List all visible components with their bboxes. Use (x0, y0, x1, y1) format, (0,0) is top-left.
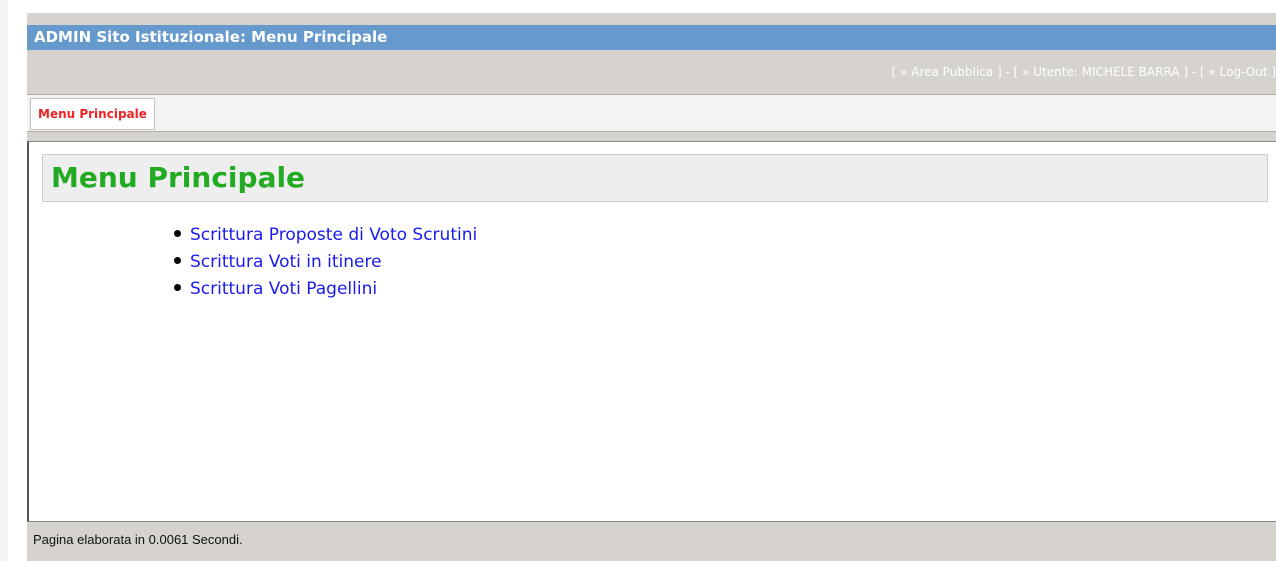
menu-link-proposte-voto[interactable]: Scrittura Proposte di Voto Scrutini (190, 225, 477, 245)
user-link[interactable]: » Utente: MICHELE BARRA (1022, 65, 1179, 79)
separator-dash: - (1001, 65, 1014, 79)
main-content: Menu Principale Scrittura Proposte di Vo… (27, 141, 1276, 521)
public-area-link[interactable]: » Area Pubblica (900, 65, 993, 79)
tab-menu-principale[interactable]: Menu Principale (30, 98, 155, 130)
page-title: ADMIN Sito Istituzionale: Menu Principal… (34, 28, 388, 46)
bracket-close: ] (1267, 65, 1276, 79)
page-heading: Menu Principale (51, 161, 306, 194)
user-bar: [ » Area Pubblica ] - [ » Utente: MICHEL… (27, 50, 1276, 94)
list-item: Scrittura Proposte di Voto Scrutini (174, 222, 477, 249)
user-links: [ » Area Pubblica ] - [ » Utente: MICHEL… (892, 65, 1276, 79)
admin-frame: ADMIN Sito Istituzionale: Menu Principal… (27, 13, 1276, 561)
bracket-open: [ (891, 65, 901, 79)
list-item: Scrittura Voti Pagellini (174, 276, 477, 303)
bullet-icon (174, 229, 181, 237)
page-title-bar: ADMIN Sito Istituzionale: Menu Principal… (27, 25, 1276, 50)
bullet-icon (174, 283, 181, 291)
separator-dash: - (1188, 65, 1200, 79)
bracket-close: ] (1179, 65, 1189, 79)
heading-box: Menu Principale (42, 154, 1268, 202)
left-edge-strip (0, 0, 8, 561)
bracket-close: ] (993, 65, 1002, 79)
spacer (27, 132, 1276, 141)
menu-link-voti-itinere[interactable]: Scrittura Voti in itinere (190, 252, 382, 272)
menu-bar: Menu Principale (27, 94, 1276, 132)
logout-link[interactable]: » Log-Out (1208, 65, 1267, 79)
status-bar: Pagina elaborata in 0.0061 Secondi. (27, 521, 1276, 561)
menu-link-voti-pagellini[interactable]: Scrittura Voti Pagellini (190, 279, 377, 299)
bracket-open: [ (1013, 65, 1023, 79)
status-text: Pagina elaborata in 0.0061 Secondi. (33, 532, 243, 547)
bullet-icon (174, 256, 181, 264)
main-menu-list: Scrittura Proposte di Voto Scrutini Scri… (174, 222, 477, 303)
list-item: Scrittura Voti in itinere (174, 249, 477, 276)
